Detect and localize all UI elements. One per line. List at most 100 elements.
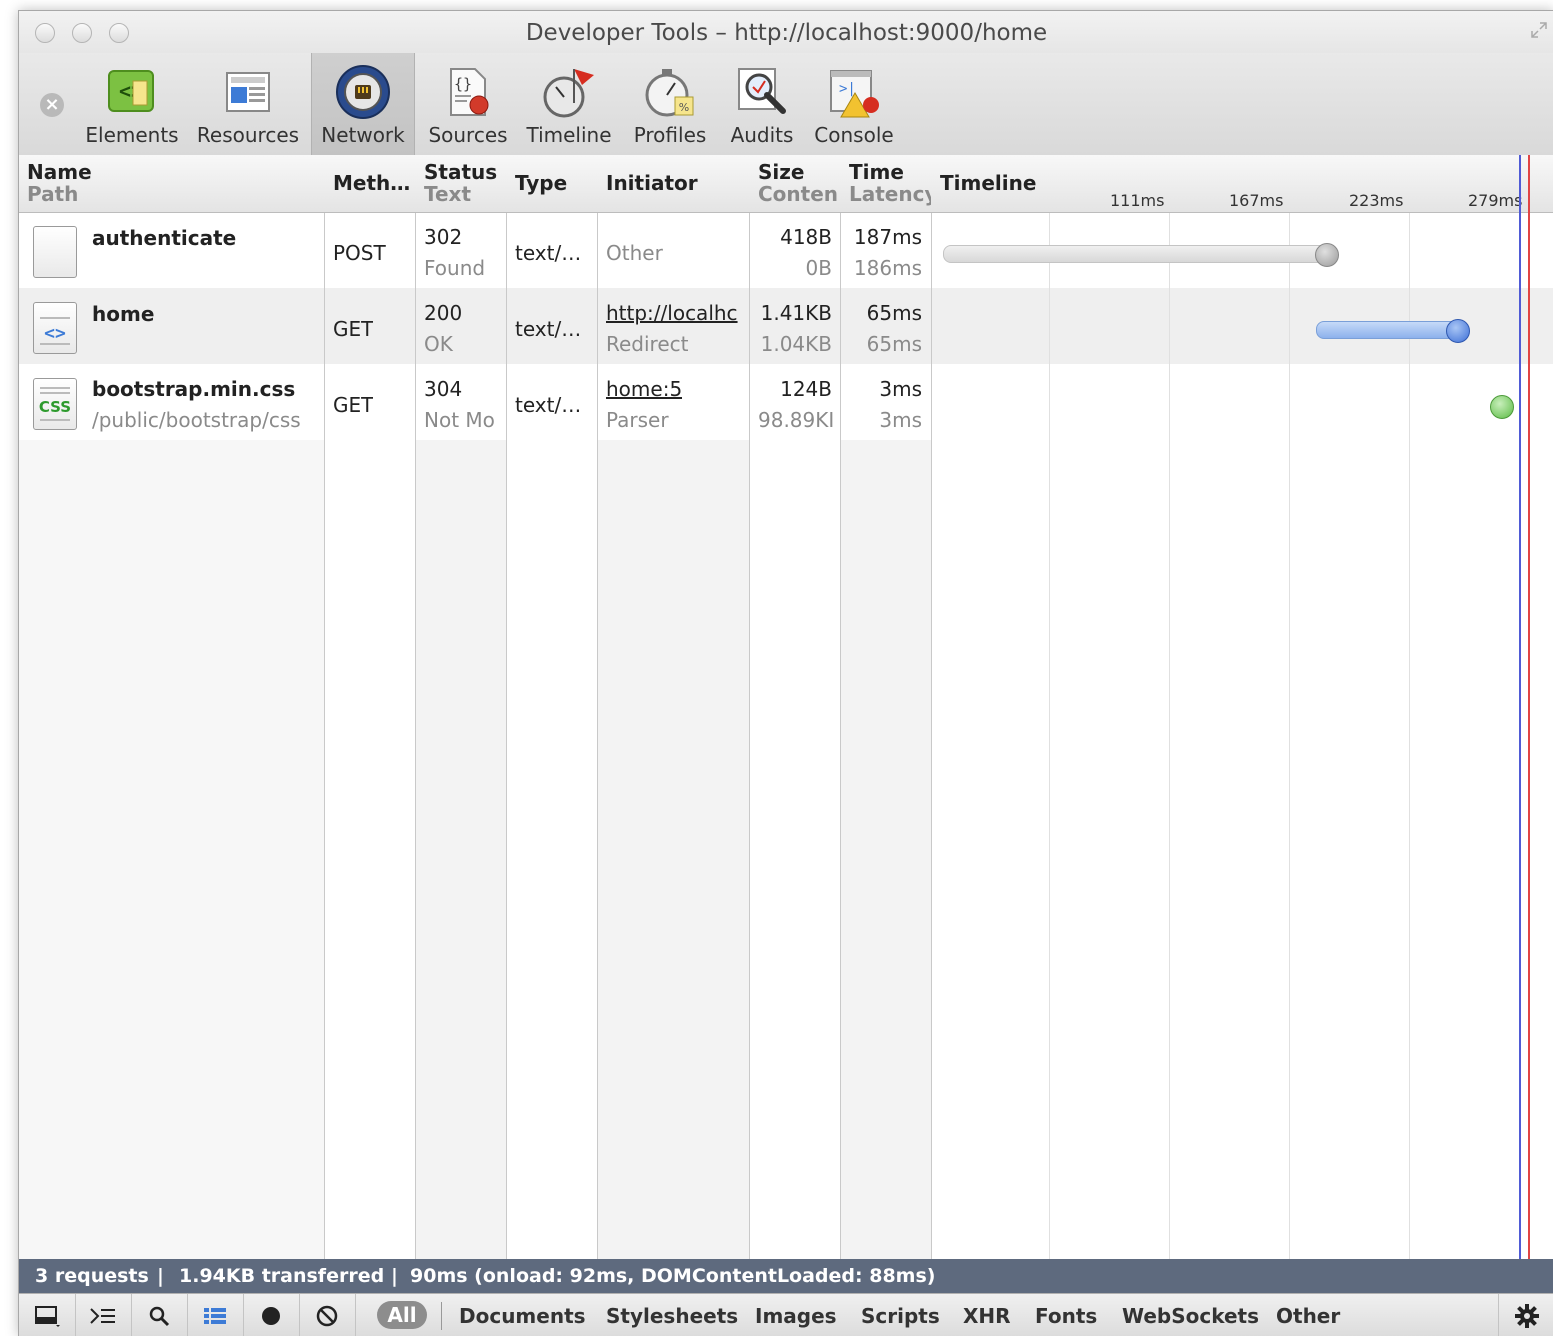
filter-all[interactable]: All [377,1301,427,1329]
close-devtools-button[interactable]: × [40,93,64,117]
transferred-size: 1.94KB transferred [179,1265,385,1287]
clear-button[interactable] [299,1294,356,1336]
request-count: 3 requests [35,1265,149,1287]
timeline-tick: 223ms [1349,191,1404,210]
record-button[interactable] [243,1294,300,1336]
timeline-tick: 167ms [1229,191,1284,210]
console-icon: >| [825,63,883,121]
request-size: 1.41KB [760,301,832,325]
filter-xhr[interactable]: XHR [963,1304,1011,1328]
tab-network[interactable]: Network [311,53,415,155]
header-latency-label: Latency [849,182,931,206]
request-time: 3ms [879,377,922,401]
record-icon [262,1306,280,1325]
request-initiator-type: Parser [606,408,669,432]
svg-text:%: % [679,101,689,114]
timeline-bar-end [1446,319,1470,343]
column-header-type[interactable]: Type [507,155,597,212]
timeline-tick: 279ms [1468,191,1523,210]
request-method: POST [333,241,386,265]
request-name[interactable]: authenticate [92,226,236,250]
load-timing: 90ms (onload: 92ms, DOMContentLoaded: 88… [410,1265,936,1287]
request-name[interactable]: home [92,302,154,326]
tab-timeline[interactable]: Timeline [519,53,619,155]
search-button[interactable] [131,1294,188,1336]
header-status-text-label: Text [424,182,472,206]
svg-text:>|: >| [839,81,856,97]
request-content-size: 98.89KI [758,408,834,432]
tab-profiles-label: Profiles [633,123,707,147]
request-time: 65ms [866,301,922,325]
fullscreen-icon[interactable] [1530,21,1548,39]
tab-resources[interactable]: Resources [195,53,301,155]
request-method: GET [333,393,374,417]
timeline-icon [540,63,598,121]
large-rows-toggle[interactable] [187,1294,244,1336]
request-type: text/… [515,241,582,265]
gear-icon [1515,1303,1539,1328]
request-method: GET [333,317,374,341]
column-header-method[interactable]: Meth… [325,155,415,212]
request-status-text: OK [424,332,453,356]
column-header-timeline[interactable]: Timeline 111ms 167ms 223ms 279ms [932,155,1553,212]
tab-resources-label: Resources [196,123,300,147]
request-status-text: Found [424,256,486,280]
filter-stylesheets[interactable]: Stylesheets [606,1304,738,1328]
filter-fonts[interactable]: Fonts [1035,1304,1097,1328]
request-name[interactable]: bootstrap.min.css [92,377,295,401]
request-latency: 3ms [879,408,922,432]
css-file-icon: CSS [33,378,77,430]
initiator-link[interactable]: http://localhc [606,301,744,325]
tab-audits[interactable]: Audits [723,53,801,155]
svg-text:{}: {} [454,75,472,93]
timeline-bar-end [1315,243,1339,267]
timeline-bar [943,245,1337,263]
devtools-window: Developer Tools – http://localhost:9000/… [18,10,1553,1336]
load-event-line [1528,155,1530,1259]
request-initiator-type: Redirect [606,332,689,356]
column-header-time[interactable]: Time Latency [841,155,931,212]
title-bar: Developer Tools – http://localhost:9000/… [19,11,1553,53]
request-type: text/… [515,393,582,417]
request-status-text: Not Mo [424,408,495,432]
header-method-label: Meth… [333,171,411,195]
filter-other[interactable]: Other [1276,1304,1340,1328]
window-title: Developer Tools – http://localhost:9000/… [525,20,1048,46]
filter-images[interactable]: Images [755,1304,837,1328]
grid-header: Name Path Meth… Status Text Type Initiat… [19,155,1553,213]
svg-text:CSS: CSS [39,398,71,416]
header-name-label: Name [27,160,92,184]
show-console-button[interactable] [75,1294,132,1336]
header-time-label: Time [849,160,904,184]
tab-console-label: Console [814,123,894,147]
tab-profiles[interactable]: % Profiles [625,53,715,155]
tab-elements[interactable]: <> Elements [81,53,183,155]
tab-sources-label: Sources [428,123,508,147]
initiator-link[interactable]: home:5 [606,377,682,401]
header-timeline-label: Timeline [940,171,1037,195]
tab-timeline-label: Timeline [526,123,612,147]
filter-scripts[interactable]: Scripts [861,1304,940,1328]
profiles-icon: % [641,63,699,121]
column-header-name[interactable]: Name Path [19,155,324,212]
tab-network-label: Network [321,123,405,147]
clear-icon [316,1305,338,1326]
network-grid: Name Path Meth… Status Text Type Initiat… [19,155,1553,1259]
filter-documents[interactable]: Documents [459,1304,586,1328]
dock-to-main-button[interactable] [19,1294,76,1336]
blank-file-icon [33,226,77,278]
request-time: 187ms [853,225,922,249]
request-initiator: Other [606,241,663,265]
header-type-label: Type [515,171,568,195]
column-header-status[interactable]: Status Text [416,155,506,212]
tab-console[interactable]: >| Console [809,53,899,155]
filter-websockets[interactable]: WebSockets [1122,1304,1259,1328]
column-header-initiator[interactable]: Initiator [598,155,749,212]
header-status-label: Status [424,160,498,184]
tab-elements-label: Elements [85,123,179,147]
tab-sources[interactable]: {} Sources [421,53,515,155]
request-size: 124B [780,377,832,401]
column-header-size[interactable]: Size Conten [750,155,840,212]
settings-button[interactable] [1498,1294,1553,1336]
search-icon [149,1306,170,1326]
